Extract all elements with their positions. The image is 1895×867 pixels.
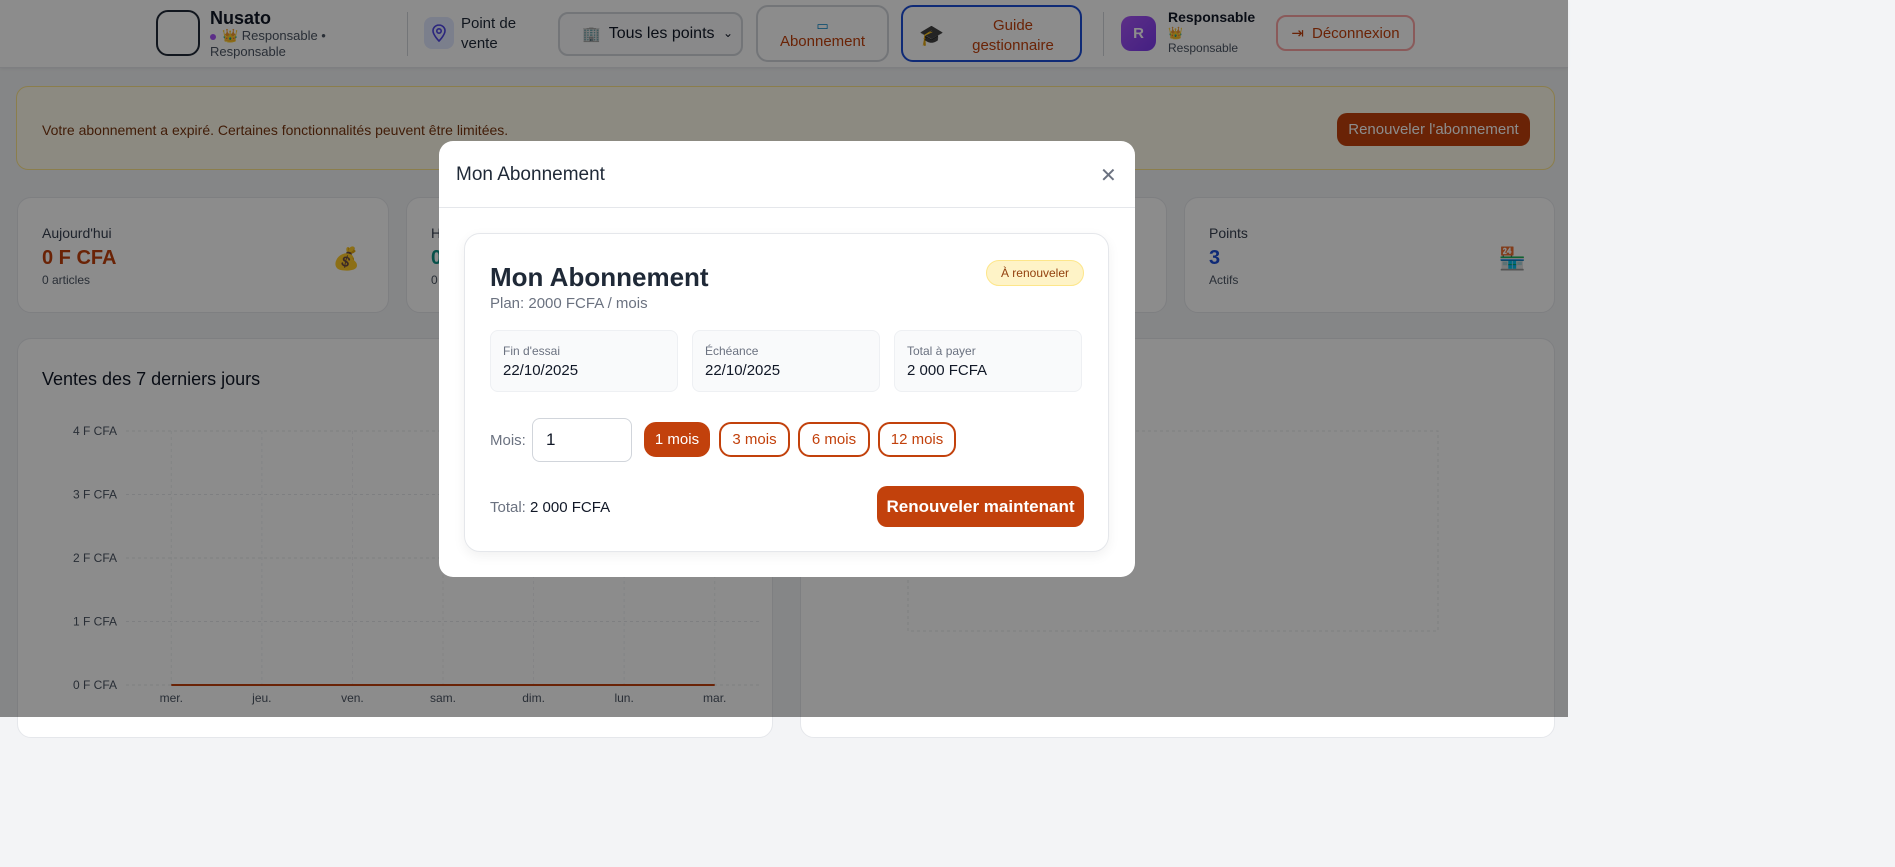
chip-3-months[interactable]: 3 mois (719, 422, 790, 457)
subscription-modal: Mon Abonnement ✕ Mon Abonnement Plan: 20… (439, 141, 1135, 577)
chip-6-months[interactable]: 6 mois (798, 422, 870, 457)
info-label: Total à payer (907, 344, 976, 358)
info-value: 2 000 FCFA (907, 362, 988, 379)
info-total-due: Total à payer 2 000 FCFA (894, 330, 1082, 392)
info-trial-end: Fin d'essai 22/10/2025 (490, 330, 678, 392)
subscription-card: Mon Abonnement Plan: 2000 FCFA / mois À … (464, 233, 1109, 552)
chip-12-months[interactable]: 12 mois (878, 422, 956, 457)
renew-now-button[interactable]: Renouveler maintenant (877, 486, 1084, 527)
months-label: Mois: (490, 432, 526, 449)
total-label: Total: (490, 499, 526, 516)
info-value: 22/10/2025 (503, 362, 579, 379)
total-row: Total: 2 000 FCFA (490, 499, 610, 516)
chip-1-month[interactable]: 1 mois (644, 422, 710, 457)
info-value: 22/10/2025 (705, 362, 781, 379)
total-value: 2 000 FCFA (530, 499, 611, 516)
months-input[interactable] (532, 418, 632, 462)
info-due-date: Échéance 22/10/2025 (692, 330, 880, 392)
modal-title: Mon Abonnement (456, 164, 605, 185)
info-label: Fin d'essai (503, 344, 560, 358)
status-badge: À renouveler (986, 260, 1084, 286)
plan-text: Plan: 2000 FCFA / mois (490, 295, 648, 312)
modal-header: Mon Abonnement ✕ (439, 141, 1135, 208)
close-icon[interactable]: ✕ (1100, 163, 1117, 188)
subscription-title: Mon Abonnement (490, 262, 709, 292)
info-label: Échéance (705, 344, 759, 358)
